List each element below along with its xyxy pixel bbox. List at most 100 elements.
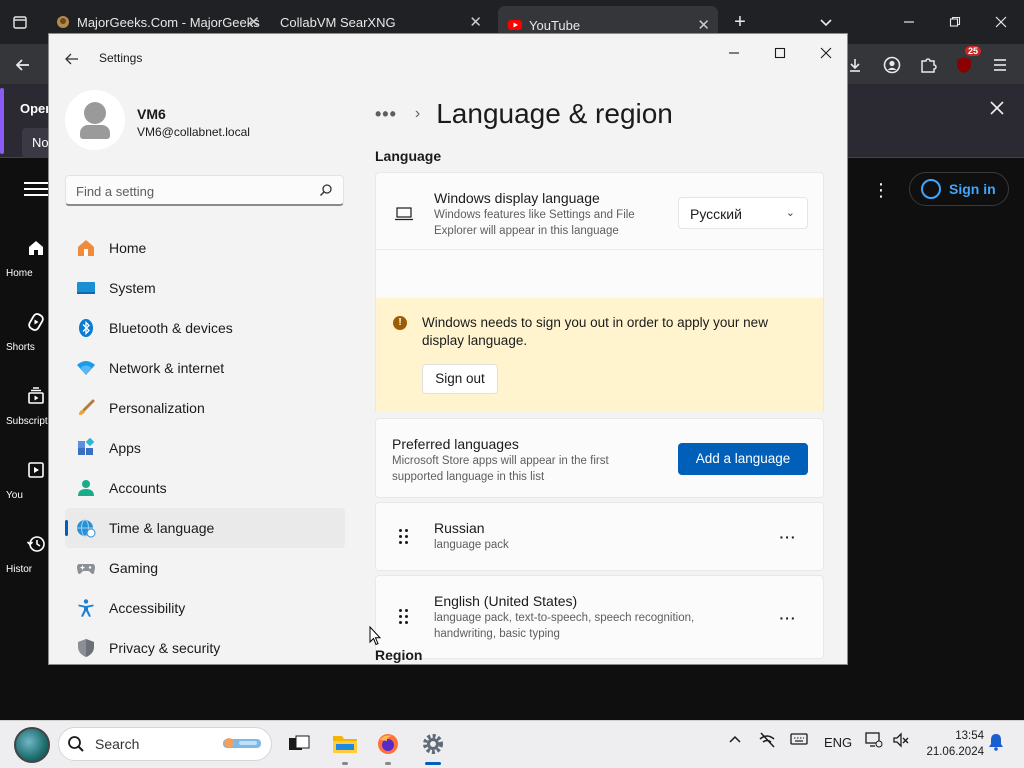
language-features: language pack, text-to-speech, speech re… <box>434 612 695 640</box>
youtube-menu-icon[interactable] <box>24 178 48 200</box>
mouse-cursor-icon <box>369 626 381 646</box>
browser-back-icon[interactable] <box>10 52 36 78</box>
youtube-sign-in-button[interactable]: Sign in <box>909 172 1009 206</box>
language-item-english[interactable]: English (United States) language pack, t… <box>375 575 824 659</box>
drag-handle-icon[interactable] <box>398 609 410 627</box>
warning-text: Windows needs to sign you out in order t… <box>422 315 768 348</box>
tab-list-chevron-icon[interactable] <box>812 8 840 36</box>
browser-minimize-icon[interactable] <box>894 8 924 36</box>
youtube-nav-label: Subscripti <box>6 416 50 427</box>
user-name: VM6 <box>137 106 166 122</box>
drag-handle-icon[interactable] <box>398 529 410 547</box>
globe-clock-icon <box>77 519 96 538</box>
taskbar-clock[interactable]: 13:54 21.06.2024 <box>920 728 984 760</box>
taskbar-file-explorer[interactable] <box>330 729 360 765</box>
user-avatar[interactable] <box>65 90 125 150</box>
search-highlight-illustration-icon <box>223 738 261 748</box>
settings-minimize-icon[interactable] <box>717 40 751 66</box>
nav-item-home[interactable]: Home <box>65 228 345 268</box>
breadcrumb-overflow-button[interactable]: ••• <box>375 104 397 125</box>
youtube-nav-label: Histor <box>6 564 33 575</box>
warning-info-icon: ! <box>393 316 407 330</box>
firefox-icon <box>378 734 398 754</box>
paintbrush-icon <box>79 399 95 415</box>
youtube-nav-label: Home <box>6 268 33 279</box>
nav-item-apps[interactable]: Apps <box>65 428 345 468</box>
preferred-languages-title: Preferred languages <box>392 436 519 452</box>
nav-item-label: Apps <box>109 440 141 456</box>
preferred-languages-description: Microsoft Store apps will appear in the … <box>392 455 609 483</box>
nav-item-label: Network & internet <box>109 360 225 376</box>
breadcrumb: ••• › Language & region <box>375 94 673 134</box>
input-language-indicator[interactable]: ENG <box>824 735 852 750</box>
keyboard-icon[interactable] <box>790 731 808 750</box>
browser-menu-icon[interactable] <box>987 52 1013 78</box>
add-language-button[interactable]: Add a language <box>678 443 808 475</box>
close-tab-icon[interactable]: ✕ <box>247 13 260 31</box>
nav-item-privacy-security[interactable]: Privacy & security <box>65 628 345 664</box>
display-language-title: Windows display language <box>434 190 600 206</box>
accounts-person-icon <box>78 480 94 496</box>
back-arrow-icon[interactable] <box>61 48 83 70</box>
gear-icon <box>423 734 443 754</box>
language-name: English (United States) <box>434 593 578 609</box>
display-language-dropdown[interactable]: Русский ⌄ <box>678 197 808 229</box>
settings-app-title: Settings <box>99 51 143 65</box>
start-button[interactable] <box>14 727 50 763</box>
nav-item-accounts[interactable]: Accounts <box>65 468 345 508</box>
settings-window: Settings VM6 VM6@collabnet.local Find a … <box>48 33 848 665</box>
notification-bell-icon[interactable] <box>988 733 1004 754</box>
display-language-description: Windows features like Settings and File … <box>434 209 635 237</box>
browser-close-icon[interactable] <box>986 8 1016 36</box>
settings-close-icon[interactable] <box>809 40 843 66</box>
youtube-nav-shorts[interactable]: Shorts <box>0 312 48 353</box>
tab-actions-icon[interactable] <box>6 8 34 36</box>
account-icon[interactable] <box>879 52 905 78</box>
nav-item-label: Gaming <box>109 560 159 576</box>
youtube-nav-home[interactable]: Home <box>0 238 48 279</box>
nav-item-bluetooth[interactable]: Bluetooth & devices <box>65 308 345 348</box>
new-tab-button[interactable]: + <box>726 8 754 36</box>
network-disconnected-icon[interactable] <box>758 731 776 752</box>
more-options-icon[interactable]: ··· <box>778 611 798 625</box>
home-icon <box>24 238 48 262</box>
settings-maximize-icon[interactable] <box>763 40 797 66</box>
language-item-russian[interactable]: Russian language pack ··· <box>375 502 824 571</box>
ublock-extension-icon[interactable]: 25 <box>951 46 981 78</box>
notification-accent <box>0 88 4 154</box>
taskbar-firefox[interactable] <box>373 729 403 765</box>
nav-item-network[interactable]: Network & internet <box>65 348 345 388</box>
tab-title: MajorGeeks.Com - MajorGeeks <box>77 14 260 30</box>
notification-close-icon[interactable] <box>985 96 1009 120</box>
nav-item-gaming[interactable]: Gaming <box>65 548 345 588</box>
taskbar-search-box[interactable]: Search <box>58 727 272 761</box>
volume-muted-icon[interactable] <box>892 731 910 752</box>
taskbar-settings[interactable] <box>418 729 448 765</box>
sign-out-button[interactable]: Sign out <box>422 364 498 394</box>
nav-item-label: Accounts <box>109 480 167 496</box>
youtube-nav-history[interactable]: Histor <box>0 534 48 575</box>
search-icon <box>320 184 332 196</box>
browser-restore-icon[interactable] <box>940 8 970 36</box>
youtube-nav-you[interactable]: You <box>0 460 48 501</box>
network-monitor-icon[interactable] <box>865 731 883 752</box>
extensions-puzzle-icon[interactable] <box>915 52 941 78</box>
nav-item-time-language[interactable]: Time & language <box>65 508 345 548</box>
apps-grid-icon <box>78 438 95 455</box>
nav-item-system[interactable]: System <box>65 268 345 308</box>
youtube-nav-subscriptions[interactable]: Subscripti <box>0 386 50 427</box>
taskbar-search-label: Search <box>95 736 140 752</box>
nav-item-personalization[interactable]: Personalization <box>65 388 345 428</box>
close-tab-icon[interactable]: ✕ <box>469 13 482 31</box>
youtube-more-options-icon[interactable]: ⋮ <box>871 178 891 202</box>
taskbar-task-view[interactable] <box>284 729 314 759</box>
close-tab-icon[interactable]: ✕ <box>697 16 710 34</box>
breadcrumb-chevron-icon: › <box>414 105 421 122</box>
show-hidden-icons-chevron-icon[interactable] <box>728 732 742 749</box>
tab-title: YouTube <box>529 17 581 33</box>
folder-icon <box>333 736 357 753</box>
laptop-icon <box>395 207 413 221</box>
more-options-icon[interactable]: ··· <box>778 530 798 544</box>
nav-item-accessibility[interactable]: Accessibility <box>65 588 345 628</box>
find-setting-search-input[interactable]: Find a setting <box>65 175 344 206</box>
